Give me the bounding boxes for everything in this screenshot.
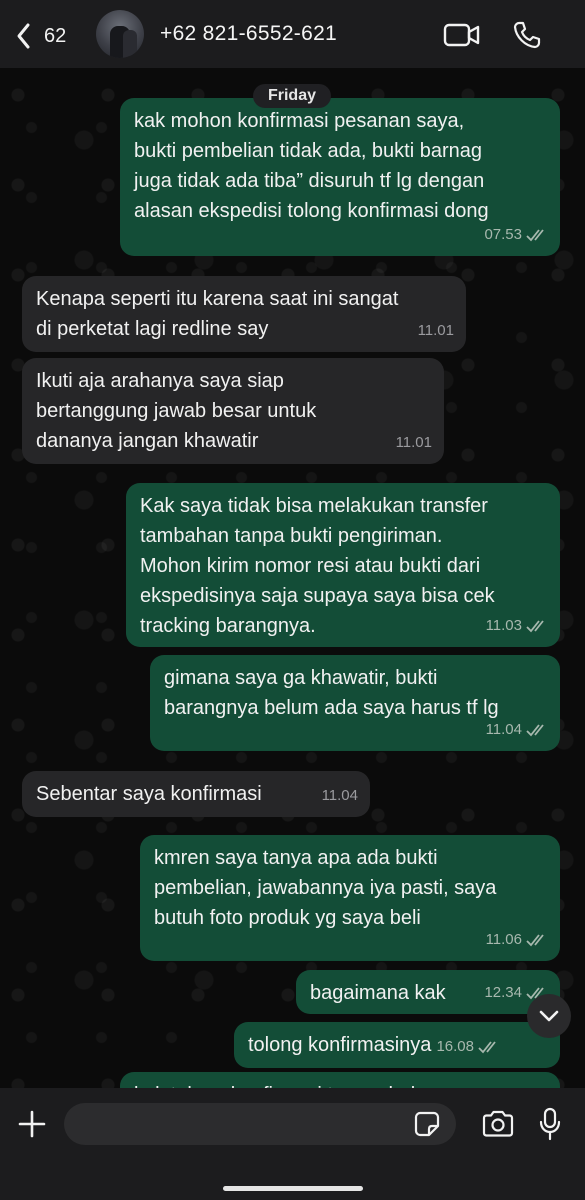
sticker-button[interactable] [412, 1109, 442, 1139]
message-bubble[interactable]: bagaimana kak 12.34 [296, 970, 560, 1014]
message-input[interactable] [64, 1103, 456, 1145]
microphone-icon [539, 1107, 561, 1141]
sticker-icon [414, 1111, 440, 1137]
message-meta: 11.04 [486, 715, 548, 745]
message-list[interactable]: Friday kak mohon konfirmasi pesanan saya… [0, 68, 585, 1088]
attach-button[interactable] [14, 1106, 50, 1142]
plus-icon [18, 1110, 46, 1138]
scroll-to-bottom-button[interactable] [527, 994, 571, 1038]
message-time: 11.01 [395, 434, 432, 451]
message-text: Kenapa seperti itu karena saat ini sanga… [36, 288, 399, 340]
message-bubble[interactable]: kak mohon konfirmasi pesanan saya, bukti… [120, 98, 560, 256]
message-meta: 11.01 [418, 316, 454, 346]
message-time: 11.04 [321, 787, 358, 804]
message-text: Sebentar saya konfirmasi [36, 783, 262, 805]
microphone-button[interactable] [533, 1104, 567, 1144]
message-bubble[interactable]: Kak saya tidak bisa melakukan transfer t… [126, 483, 560, 647]
message-time: 11.01 [417, 322, 454, 339]
message-time: 11.04 [485, 721, 522, 738]
message-text: kak tolong konfirmasi terus ahalnya [134, 1080, 546, 1088]
message-text: kak mohon konfirmasi pesanan saya, bukti… [134, 110, 489, 222]
message-bubble[interactable]: Ikuti aja arahanya saya siap bertanggung… [22, 358, 444, 464]
video-call-button[interactable] [442, 17, 482, 53]
message-bubble[interactable]: kak tolong konfirmasi terus ahalnya [120, 1072, 560, 1088]
message-text: Ikuti aja arahanya saya siap bertanggung… [36, 370, 317, 452]
message-meta: 16.08 [436, 1032, 500, 1062]
message-time: 11.06 [485, 931, 522, 948]
date-separator: Friday [253, 84, 331, 108]
voice-call-button[interactable] [507, 17, 547, 53]
chevron-left-icon [17, 23, 30, 49]
read-ticks-icon [526, 934, 544, 947]
message-text: kmren saya tanya apa ada bukti pembelian… [154, 847, 497, 929]
phone-icon [513, 21, 541, 49]
message-bubble[interactable]: Kenapa seperti itu karena saat ini sanga… [22, 276, 466, 352]
message-meta: 11.06 [486, 925, 548, 955]
read-ticks-icon [526, 724, 544, 737]
read-ticks-icon [526, 620, 544, 633]
chat-header: 62 +62 821-6552-621 [0, 0, 585, 68]
composer-bar [0, 1088, 585, 1200]
home-indicator[interactable] [223, 1186, 363, 1191]
message-time: 12.34 [484, 984, 522, 1001]
message-meta: 11.01 [396, 428, 432, 458]
video-camera-icon [443, 23, 480, 47]
message-text: tolong konfirmasinya [248, 1034, 432, 1056]
message-bubble[interactable]: Sebentar saya konfirmasi 11.04 [22, 771, 370, 817]
message-time: 07.53 [484, 226, 522, 243]
back-button[interactable]: 62 [14, 18, 80, 54]
message-time: 11.03 [485, 617, 522, 634]
message-bubble[interactable]: kmren saya tanya apa ada bukti pembelian… [140, 835, 560, 961]
camera-button[interactable] [478, 1106, 518, 1142]
avatar[interactable] [96, 10, 144, 58]
message-meta: 07.53 [484, 220, 548, 250]
chat-screen: 62 +62 821-6552-621 Friday kak mohon kon… [0, 0, 585, 1200]
message-meta: 11.04 [322, 781, 358, 811]
avatar-figure [123, 30, 137, 58]
read-ticks-icon [478, 1041, 496, 1054]
chevron-down-icon [539, 1010, 559, 1022]
message-bubble[interactable]: gimana saya ga khawatir, bukti barangnya… [150, 655, 560, 751]
message-bubble[interactable]: tolong konfirmasinya 16.08 [234, 1022, 560, 1068]
message-meta: 11.03 [486, 611, 548, 641]
unread-count: 62 [44, 24, 67, 47]
camera-icon [482, 1110, 514, 1137]
read-ticks-icon [526, 229, 544, 242]
message-text: gimana saya ga khawatir, bukti barangnya… [164, 667, 499, 719]
contact-name[interactable]: +62 821-6552-621 [160, 22, 337, 46]
message-time: 16.08 [436, 1038, 474, 1055]
